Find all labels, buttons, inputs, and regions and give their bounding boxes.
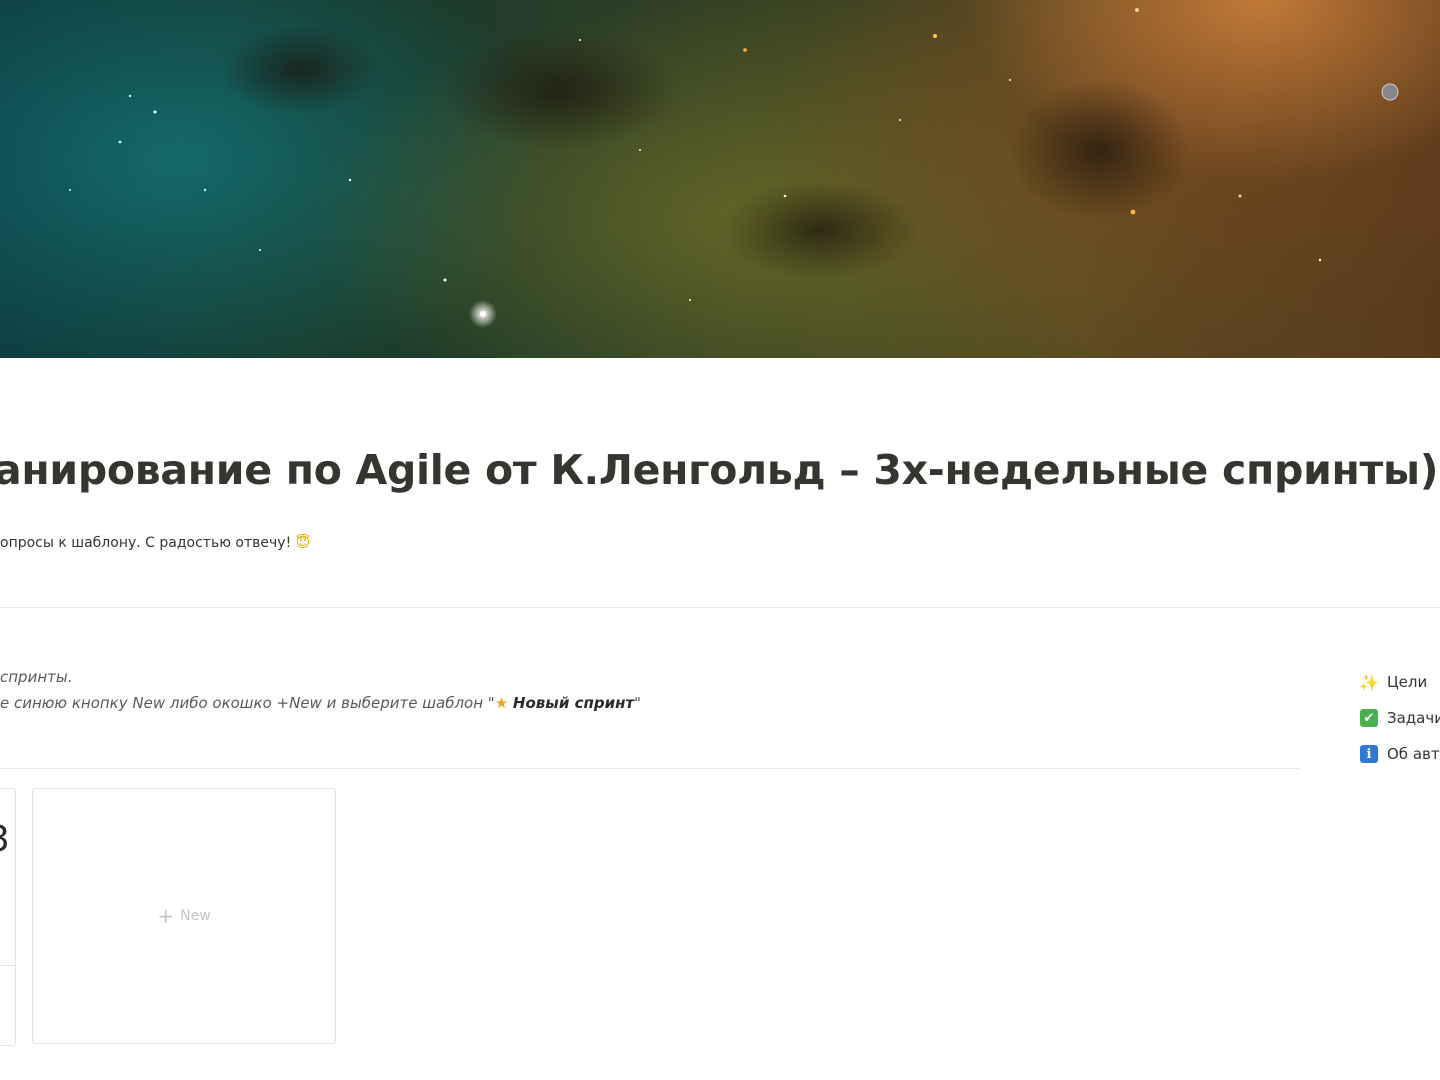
info-icon: i <box>1360 745 1378 763</box>
smile-emoji-icon: 😇 <box>295 535 311 551</box>
cover-image[interactable] <box>0 0 1440 358</box>
gallery-card-sprint[interactable]: 3 <box>0 788 16 1046</box>
toc-item-label: Задачи <box>1387 709 1440 727</box>
starfield <box>69 8 1399 328</box>
table-of-contents: ✨ Цели ✔ Задачи i Об авт <box>1359 664 1440 772</box>
notion-page: анирование по Agile от К.Ленгольд – 3х-н… <box>0 0 1440 1080</box>
card-title-fragment: 3 <box>0 819 10 860</box>
divider-gallery <box>0 768 1300 769</box>
divider-top <box>0 607 1440 608</box>
toc-item-label: Цели <box>1387 673 1428 691</box>
star-icon: ★ <box>494 694 509 712</box>
callout-line-1: спринты. <box>0 668 73 686</box>
plus-icon: + <box>157 904 175 928</box>
toc-item-goals[interactable]: ✨ Цели <box>1359 664 1440 700</box>
page-description: опросы к шаблону. С радостью отвечу! 😇 <box>0 535 310 551</box>
toc-item-label: Об авт <box>1387 745 1440 763</box>
callout-line-2: е синюю кнопку New либо окошко +New и вы… <box>0 694 641 712</box>
description-text: опросы к шаблону. С радостью отвечу! <box>0 535 292 551</box>
callout-instruction-text: е синюю кнопку New либо окошко +New и вы… <box>0 694 495 712</box>
new-label: New <box>180 908 211 924</box>
sparkles-icon: ✨ <box>1359 672 1379 692</box>
card-divider <box>0 965 15 966</box>
callout-quote-close: " <box>634 694 642 712</box>
template-name: Новый спринт <box>512 694 635 712</box>
gallery-new-card-button[interactable]: + New <box>32 788 336 1044</box>
check-box-icon: ✔ <box>1360 709 1378 727</box>
toc-item-about-author[interactable]: i Об авт <box>1360 736 1440 772</box>
page-title[interactable]: анирование по Agile от К.Ленгольд – 3х-н… <box>0 446 1439 494</box>
toc-item-tasks[interactable]: ✔ Задачи <box>1360 700 1440 736</box>
